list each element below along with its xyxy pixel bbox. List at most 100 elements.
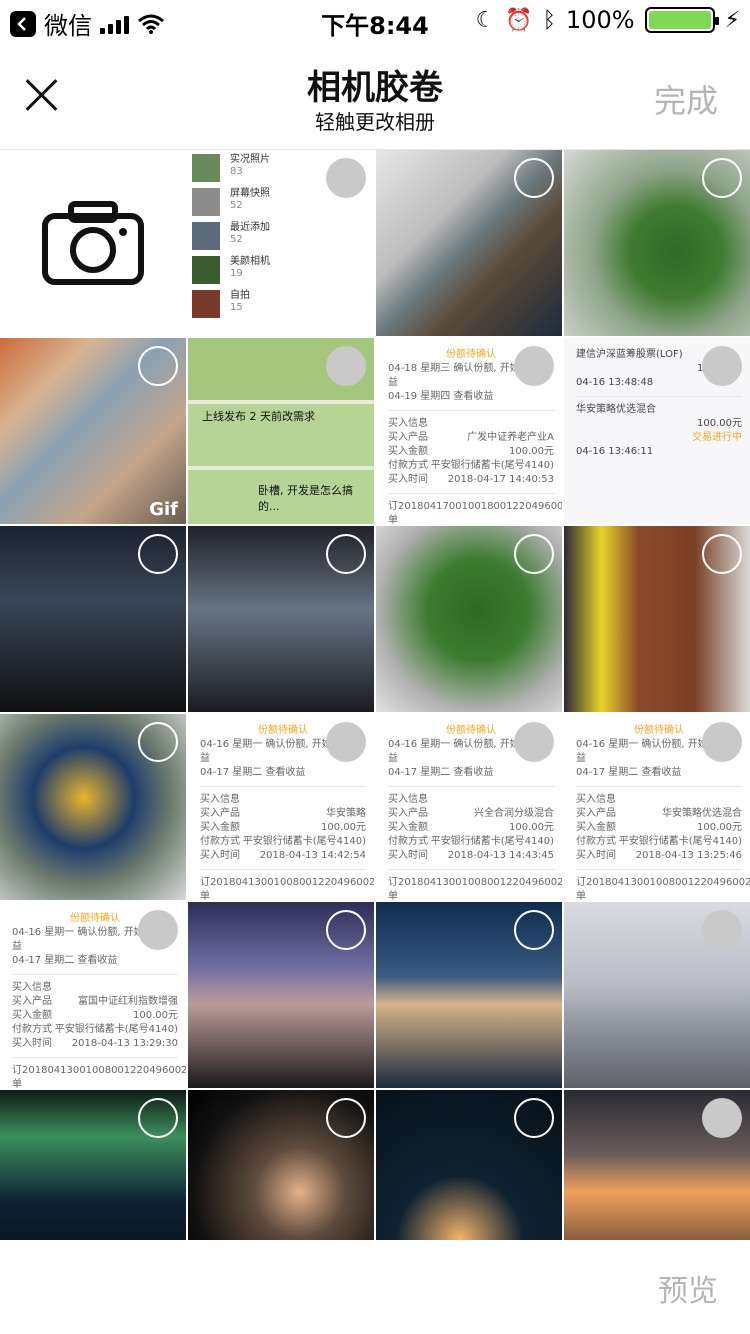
photo-thumbnail[interactable] <box>188 902 374 1088</box>
album-count: 83 <box>230 166 243 177</box>
photo-thumbnail[interactable]: 份额待确认 04-16 星期一 确认份额, 开始计算收益 04-17 星期二 查… <box>376 714 562 900</box>
doc-step: 04-17 星期二 查看收益 <box>12 955 118 966</box>
photo-thumbnail[interactable] <box>376 902 562 1088</box>
select-indicator[interactable] <box>514 534 554 574</box>
album-name: 美颜相机 <box>230 256 270 267</box>
page-subtitle[interactable]: 轻触更改相册 <box>0 106 750 135</box>
select-indicator[interactable] <box>514 1098 554 1138</box>
photo-thumbnail[interactable] <box>0 526 186 712</box>
select-indicator[interactable] <box>514 722 554 762</box>
select-indicator[interactable] <box>702 158 742 198</box>
doc-field: 买入时间 <box>388 850 428 861</box>
photo-thumbnail[interactable] <box>564 150 750 336</box>
photo-thumbnail[interactable] <box>376 526 562 712</box>
select-indicator[interactable] <box>702 1098 742 1138</box>
select-indicator[interactable] <box>326 722 366 762</box>
photo-thumbnail[interactable]: 实况照片 83 屏幕快照 52 最近添加 52 美颜相机 19 自拍 15 <box>188 150 374 336</box>
doc-field: 买入产品 <box>12 996 52 1007</box>
doc-field: 付款方式 <box>12 1024 52 1035</box>
select-indicator[interactable] <box>138 534 178 574</box>
doc-field: 买入时间 <box>388 474 428 485</box>
photo-thumbnail[interactable]: 份额待确认 04-18 星期三 确认份额, 开始计算收益 04-19 星期四 查… <box>376 338 562 524</box>
select-indicator[interactable] <box>326 346 366 386</box>
done-button[interactable]: 完成 <box>654 76 718 122</box>
doc-field: 买入信息 <box>388 794 428 805</box>
doc-value: 2018-04-13 13:29:30 <box>71 1038 178 1049</box>
battery-icon <box>644 7 719 33</box>
doc-field: 买入产品 <box>200 808 240 819</box>
doc-value: 兴全合润分级混合 <box>474 808 554 819</box>
photo-thumbnail[interactable]: 份额待确认 04-16 星期一 确认份额, 开始计算收益 04-17 星期二 查… <box>564 714 750 900</box>
doc-field: 买入金额 <box>388 446 428 457</box>
doc-step: 04-19 星期四 查看收益 <box>388 391 494 402</box>
doc-field: 订单号 <box>12 1065 22 1088</box>
doc-step: 04-17 星期二 查看收益 <box>388 767 494 778</box>
photo-thumbnail[interactable]: 份额待确认 04-16 星期一 确认份额, 开始计算收益 04-17 星期二 查… <box>0 902 186 1088</box>
photo-thumbnail[interactable]: 上线发布 2 天前改需求 卧槽, 开发是怎么搞的... <box>188 338 374 524</box>
select-indicator[interactable] <box>326 534 366 574</box>
photo-thumbnail[interactable] <box>0 714 186 900</box>
album-name: 屏幕快照 <box>230 188 270 199</box>
select-indicator[interactable] <box>514 158 554 198</box>
doc-step: 04-17 星期二 查看收益 <box>576 767 682 778</box>
doc-field: 订单号 <box>200 877 210 900</box>
album-count: 52 <box>230 200 243 211</box>
doc-field: 买入金额 <box>576 822 616 833</box>
select-indicator[interactable] <box>702 534 742 574</box>
doc-field: 付款方式 <box>200 836 240 847</box>
select-indicator[interactable] <box>514 910 554 950</box>
camera-tile[interactable] <box>0 150 186 336</box>
bluetooth-icon: ᛒ <box>542 7 556 33</box>
doc-field: 买入金额 <box>200 822 240 833</box>
doc-field: 买入信息 <box>200 794 240 805</box>
photo-thumbnail[interactable]: Gif <box>0 338 186 524</box>
doc-value: 华安策略优选混合 <box>662 808 742 819</box>
alarm-icon: ⏰ <box>505 7 533 33</box>
doc-value: 平安银行储蓄卡(尾号4140) <box>242 836 366 847</box>
doc-field: 买入时间 <box>576 850 616 861</box>
select-indicator[interactable] <box>702 346 742 386</box>
doc-field: 买入产品 <box>388 432 428 443</box>
photo-thumbnail[interactable] <box>376 150 562 336</box>
photo-thumbnail[interactable]: 建信沪深蓝筹股票(LOF) 100.00元 04-16 13:48:48 华安策… <box>564 338 750 524</box>
select-indicator[interactable] <box>326 910 366 950</box>
album-count: 52 <box>230 234 243 245</box>
doc-field: 买入时间 <box>200 850 240 861</box>
doc-field: 买入金额 <box>12 1010 52 1021</box>
doc-value: 2018-04-13 14:43:45 <box>447 850 554 861</box>
doc-value: 20180413001008001220496002676568 <box>22 1065 186 1076</box>
photo-thumbnail[interactable] <box>564 526 750 712</box>
album-count: 19 <box>230 268 243 279</box>
select-indicator[interactable] <box>326 158 366 198</box>
select-indicator[interactable] <box>702 722 742 762</box>
photo-thumbnail[interactable] <box>188 526 374 712</box>
select-indicator[interactable] <box>138 910 178 950</box>
select-indicator[interactable] <box>326 1098 366 1138</box>
doc-value: 富国中证红利指数增强 <box>78 996 178 1007</box>
doc-value: 平安银行储蓄卡(尾号4140) <box>54 1024 178 1035</box>
select-indicator[interactable] <box>138 722 178 762</box>
select-indicator[interactable] <box>138 346 178 386</box>
doc-field: 订单号 <box>576 877 586 900</box>
select-indicator[interactable] <box>138 1098 178 1138</box>
comic-caption: 上线发布 2 天前改需求 <box>202 410 315 423</box>
doc-value: 100.00元 <box>509 822 554 833</box>
photo-thumbnail[interactable]: 份额待确认 04-16 星期一 确认份额, 开始计算收益 04-17 星期二 查… <box>188 714 374 900</box>
album-name: 实况照片 <box>230 154 270 165</box>
gif-badge: Gif <box>149 499 178 520</box>
select-indicator[interactable] <box>514 346 554 386</box>
doc-value: 100.00元 <box>509 446 554 457</box>
doc-value: 华安策略 <box>326 808 366 819</box>
doc-value: 100.00元 <box>697 822 742 833</box>
doc-value: 2018-04-17 14:40:53 <box>447 474 554 485</box>
preview-button[interactable]: 预览 <box>658 1266 718 1310</box>
album-name: 最近添加 <box>230 222 270 233</box>
doc-value: 20180413001008001220496002677265 <box>210 877 374 888</box>
doc-value: 100.00元 <box>697 418 742 429</box>
page-title[interactable]: 相机胶卷 <box>0 60 750 109</box>
doc-value: 2018-04-13 14:42:54 <box>259 850 366 861</box>
doc-field: 买入信息 <box>388 418 428 429</box>
select-indicator[interactable] <box>702 910 742 950</box>
photo-thumbnail[interactable] <box>564 902 750 1088</box>
doc-field: 付款方式 <box>388 836 428 847</box>
